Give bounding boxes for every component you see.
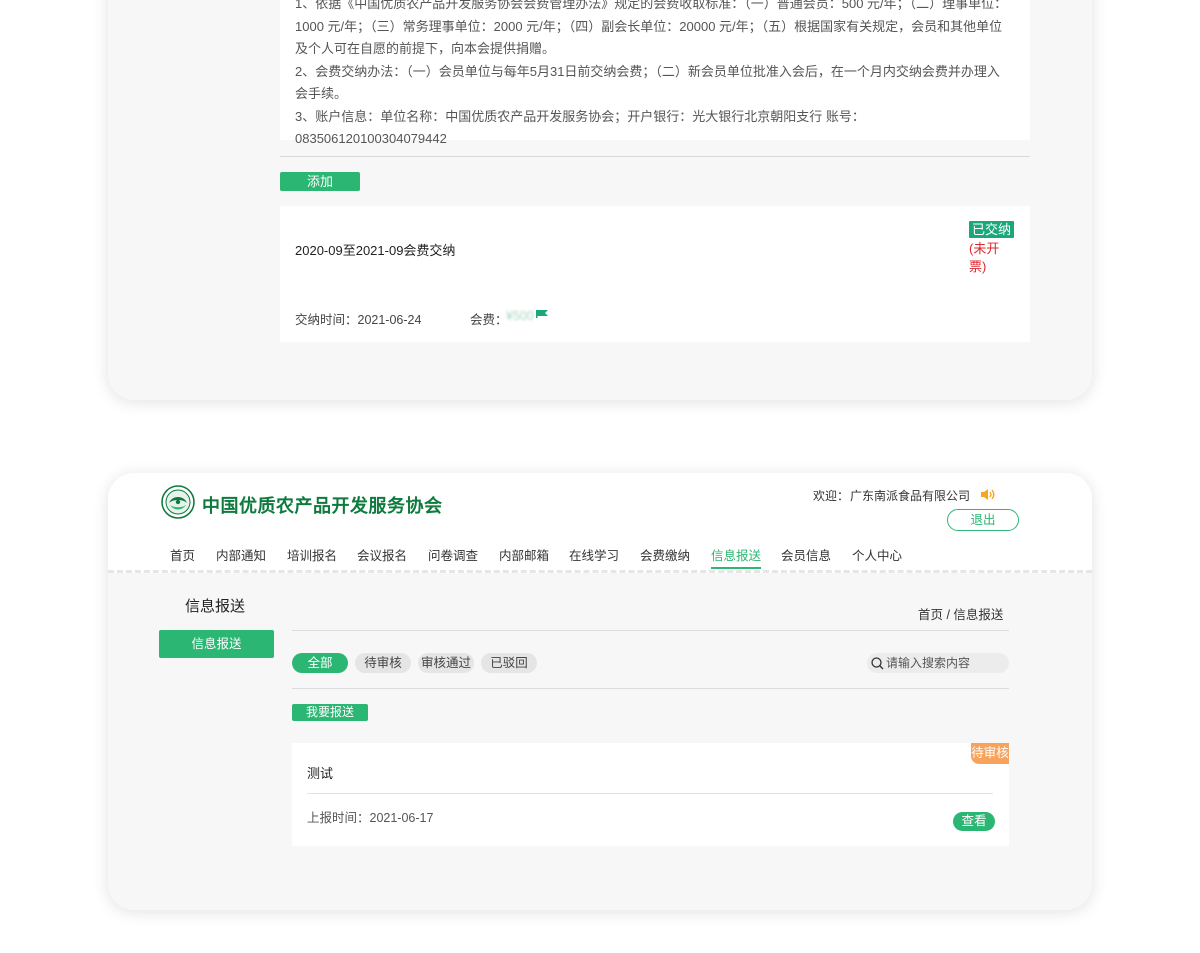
filter-rejected[interactable]: 已驳回 [481,653,537,673]
divider [292,688,1009,689]
report-time: 上报时间：2021-06-17 [307,811,434,825]
company-name: 广东南派食品有限公司 [850,489,971,503]
info-line: 会手续。 [295,86,348,101]
report-card: 测试 待审核 上报时间：2021-06-17 查看 [292,743,1009,846]
nav-item-home[interactable]: 首页 [170,545,195,567]
divider [292,630,1009,631]
report-title: 测试 [307,766,334,781]
membership-fee-card: 1、依据《中国优质农产品开发服务协会会费管理办法》规定的会费收取标准：（一）普通… [108,0,1092,400]
fee-record-card: 2020-09至2021-09会费交纳 已交纳 (未开票) 交纳时间：2021-… [280,206,1030,342]
logout-button[interactable]: 退出 [947,509,1019,531]
pay-time: 交纳时间：2021-06-24 [295,313,422,327]
filter-approved[interactable]: 审核通过 [418,653,474,673]
info-line: 3、账户信息：单位名称：中国优质农产品开发服务协会；开户银行：光大银行北京朝阳支… [295,108,865,147]
welcome-label: 欢迎： [813,489,850,503]
portal-header: 中国优质农产品开发服务协会 欢迎： 广东南派食品有限公司 退出 首页 内部通知 … [108,473,1092,573]
speaker-icon[interactable] [980,488,996,501]
nav-item-member-info[interactable]: 会员信息 [781,545,831,567]
breadcrumb: 首页 / 信息报送 [918,608,1004,622]
info-line: 1000 元/年；（三）常务理事单位：2000 元/年；（四）副会长单位：200… [295,18,1003,34]
nav-item-meeting[interactable]: 会议报名 [357,545,407,567]
filter-all[interactable]: 全部 [292,653,348,673]
nav-item-internal-notice[interactable]: 内部通知 [216,545,266,567]
pending-badge: 待审核 [971,743,1009,764]
info-line: 及个人可在自愿的前提下，向本会提供捐赠。 [295,41,556,56]
sidebar-item-info-report[interactable]: 信息报送 [159,630,274,658]
search-input[interactable] [886,653,1004,673]
association-logo-icon [161,485,195,519]
divider [280,156,1030,157]
nav-item-mailbox[interactable]: 内部邮箱 [499,545,549,567]
nav-item-personal-center[interactable]: 个人中心 [852,545,902,567]
nav-item-survey[interactable]: 问卷调查 [428,545,478,567]
divider [307,793,993,794]
org-name: 中国优质农产品开发服务协会 [202,496,443,516]
nav-item-fee[interactable]: 会费缴纳 [640,545,690,567]
nav-item-info-report[interactable]: 信息报送 [711,545,762,569]
nav-item-learning[interactable]: 在线学习 [569,545,619,567]
sidebar-title: 信息报送 [185,598,246,615]
fee-amount: ¥500 [506,309,534,323]
info-line: 2、会费交纳办法：（一）会员单位与每年5月31日前交纳会费；（二）新会员单位批准… [295,63,1000,79]
submit-report-button[interactable]: 我要报送 [292,704,368,721]
info-line: 1、依据《中国优质农产品开发服务协会会费管理办法》规定的会费收取标准：（一）普通… [295,0,1008,11]
search-box [867,653,1009,673]
paid-badge: 已交纳 [969,221,1015,238]
filter-pending[interactable]: 待审核 [355,653,411,673]
search-icon[interactable] [871,657,884,670]
nav-item-training[interactable]: 培训报名 [287,545,337,567]
fee-record-title: 2020-09至2021-09会费交纳 [295,243,456,258]
invoice-status: (未开票) [969,241,1000,274]
view-button[interactable]: 查看 [953,812,995,831]
portal-card: 中国优质农产品开发服务协会 欢迎： 广东南派食品有限公司 退出 首页 内部通知 … [108,473,1092,910]
add-button[interactable]: 添加 [280,172,360,191]
fee-label: 会费： [470,313,508,327]
flag-icon [536,310,548,318]
fee-info-box: 1、依据《中国优质农产品开发服务协会会费管理办法》规定的会费收取标准：（一）普通… [280,0,1030,146]
